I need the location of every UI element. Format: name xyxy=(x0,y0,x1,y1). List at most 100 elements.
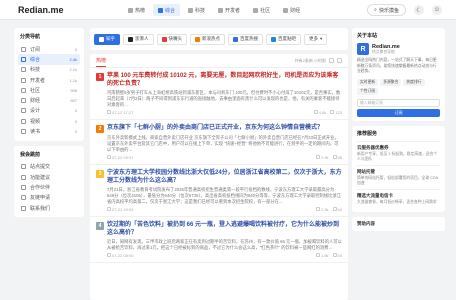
list-item[interactable]: 4 饮过期的「苦色饮料」被扔到 66 元一瓶，登入逃避爆喝饮料被付疗，它为什么能… xyxy=(90,217,348,263)
quick-search-button[interactable]: ⌕ 快乐摸鱼 xyxy=(367,4,406,16)
sidebar-item-friend-links[interactable]: 友链申请 xyxy=(18,193,80,203)
article-meta: 07-22 09:37 2.9k 88 xyxy=(96,155,342,160)
recommend-item[interactable]: 云服务器优惠券 新用户专享，低至 1 折起购，稳定高速，适合个人与团队 xyxy=(357,140,440,165)
time-label: 07-21 19:03 xyxy=(107,207,133,212)
shortcut-nav-title: 我会跳前 xyxy=(20,151,41,158)
rank-badge: 1 xyxy=(96,73,104,81)
chevron-down-icon: ▾ xyxy=(320,36,323,41)
sidebar-item-contact[interactable]: 联系我们 xyxy=(18,203,80,213)
like-count[interactable]: 123 xyxy=(330,110,342,115)
list-item[interactable]: 3 宁波东方理工大学校园分数线比浙大仅低24分，位居浙江省高校第二，仅次于浙大，… xyxy=(90,165,348,217)
fire-icon xyxy=(128,7,133,13)
hot-list: 热榜 共有2条新 小时前 1 苹果 100 元车费转付成 10102 元，离要无… xyxy=(90,54,348,300)
tab-zhihu[interactable]: 知乎 xyxy=(94,33,120,45)
palette-icon xyxy=(21,108,26,114)
article-title[interactable]: 苹果 100 元车费转付成 10102 元，离要无厘，数目起网欢积好生，司机是否… xyxy=(107,72,342,88)
subscribe-button[interactable]: 订阅 xyxy=(357,108,440,117)
nav-general[interactable]: 综合 xyxy=(153,4,181,16)
clock-icon xyxy=(107,207,111,211)
nav-tech[interactable]: 科技 xyxy=(183,4,210,16)
sponsor-title: 赞助内容 xyxy=(357,220,375,226)
article-meta: 07-22 08:00 1.8k 45 xyxy=(96,253,342,258)
time-label: 07-22 08:00 xyxy=(107,253,133,258)
book-icon xyxy=(21,129,26,135)
nav-finance[interactable]: 财经 xyxy=(278,4,305,16)
right-sidebar: 关于本站 R Redian.me 热点聚合导航 精选全网热门内容，一站式了解天下… xyxy=(352,28,445,236)
sponsor-card: 赞助内容 xyxy=(352,216,445,231)
like-count[interactable]: 64 xyxy=(332,207,342,212)
sidebar-item-design[interactable]: 设计 0 xyxy=(18,106,80,116)
list-header: 热榜 共有2条新 小时前 xyxy=(90,54,348,68)
chip-icon xyxy=(188,7,194,13)
list-item[interactable]: 1 苹果 100 元车费转付成 10102 元，离要无厘，数目起网欢积好生，司机… xyxy=(90,68,348,120)
recommend-item[interactable]: 精选大流量电信卡 大流量套餐，每月低价畅享，适合各种上网需求 xyxy=(357,188,440,208)
sidebar-item-partners[interactable]: 合作伙伴 xyxy=(18,182,80,192)
like-icon xyxy=(332,207,337,211)
sidebar-item-developer[interactable]: 开发者 1.1k xyxy=(18,75,80,85)
nav-hot[interactable]: 热榜 xyxy=(123,4,150,16)
category-nav: 分类导航 订阅 0 综合 2.4k 科技 2.1k 开发者 1.1k 社区 996 财经 6… xyxy=(14,28,84,141)
feature-chips: 实时更新 多源聚合 热度排行 个性订阅 xyxy=(357,78,440,95)
like-icon xyxy=(332,155,337,159)
rank-badge: 3 xyxy=(96,170,104,178)
tieba-icon xyxy=(271,36,276,42)
view-count: 2.9k xyxy=(315,155,329,160)
upload-icon xyxy=(21,164,26,170)
tab-baidu-hot[interactable]: 百度热搜 xyxy=(228,33,263,45)
zhihu-icon xyxy=(99,36,104,42)
eye-icon xyxy=(315,207,320,211)
time-label: 07-12 17:27 xyxy=(107,110,133,115)
feature-chip: 热度排行 xyxy=(403,78,425,86)
about-card: 关于本站 R Redian.me 热点聚合导航 精选全网热门内容，一站式了解天下… xyxy=(352,28,445,121)
list-item[interactable]: 2 京东旗下「七鲜小厨」的外卖由商门店已正式开业，京东为何这么钟情自营模式？ 京… xyxy=(90,120,348,165)
source-icon xyxy=(161,36,167,42)
theme-toggle-icon[interactable]: ☾ xyxy=(414,5,424,15)
article-summary: 京东外卖新模式上线，商家自营外卖门店开业 京东旗下全资子公司「七鲜小厨」的外卖自… xyxy=(107,135,339,152)
list-update-info: 共有2条新 小时前 xyxy=(294,57,326,63)
settings-icon[interactable] xyxy=(337,58,342,63)
baidu-icon xyxy=(233,36,238,42)
tab-sina-hot[interactable]: 新浪热点 xyxy=(190,33,225,45)
article-title[interactable]: 宁波东方理工大学校园分数线比浙大仅低24分，位居浙江省高校第二，仅次于浙大，东方… xyxy=(107,169,342,185)
recommend-item[interactable]: 网站托管 简单的网站托管，轻松部署您的项目，全球 CDN 加速 xyxy=(357,164,440,189)
article-summary: 7月21日，浙江省教育考试院发布了2025年普通高校招生普通类第一段平行投档的数… xyxy=(107,187,341,204)
tab-more[interactable]: 更多 ▾ xyxy=(304,33,328,45)
sidebar-item-feature-request[interactable]: 功能建议 xyxy=(18,172,80,182)
site-logo[interactable]: Redian.me xyxy=(18,5,64,15)
view-count: 1.8k xyxy=(315,253,329,258)
nav-developer[interactable]: 开发者 xyxy=(213,4,245,16)
article-title[interactable]: 饮过期的「苦色饮料」被扔到 66 元一瓶，登入逃避爆喝饮料被付疗，它为什么能被炒… xyxy=(107,221,342,237)
top-bar: Redian.me 热榜 综合 科技 开发者 社区 财经 ⌕ 快乐摸鱼 ☾ ☺ xyxy=(0,0,456,20)
article-title[interactable]: 京东旗下「七鲜小厨」的外卖由商门店已正式开业，京东为何这么钟情自营模式？ xyxy=(107,124,323,132)
sidebar-item-tech[interactable]: 科技 2.1k xyxy=(18,65,80,75)
subscribe-email-input[interactable]: 输入邮箱订阅 xyxy=(357,98,440,107)
tab-source-2[interactable]: 澎湃人 xyxy=(123,33,154,45)
rank-badge: 2 xyxy=(96,125,104,133)
grid-icon xyxy=(21,56,26,62)
video-icon xyxy=(21,118,26,124)
sidebar-item-general[interactable]: 综合 2.4k xyxy=(18,54,80,65)
sidebar-item-subscribe[interactable]: 订阅 0 xyxy=(18,44,80,54)
sidebar-item-finance[interactable]: 财经 657 xyxy=(18,95,80,105)
sidebar-item-reading[interactable]: 读书 0 xyxy=(18,126,80,136)
user-avatar-icon[interactable]: ☺ xyxy=(432,5,442,15)
mail-icon xyxy=(21,205,26,211)
like-count[interactable]: 88 xyxy=(332,155,342,160)
nav-community[interactable]: 社区 xyxy=(248,4,275,16)
refresh-icon[interactable] xyxy=(329,58,334,63)
coin-icon xyxy=(283,7,289,13)
source-tabs: 知乎 澎湃人 快嘴头 新浪热点 百度热搜 百度贴吧 更多 ▾ xyxy=(90,28,348,50)
coin-icon xyxy=(21,98,26,104)
sidebar-item-community[interactable]: 社区 996 xyxy=(18,85,80,95)
rank-badge: 4 xyxy=(96,222,104,230)
article-meta: 07-21 19:03 2.3k 64 xyxy=(96,207,342,212)
tab-baidu-tieba[interactable]: 百度贴吧 xyxy=(266,33,301,45)
star-icon xyxy=(21,46,26,52)
tab-source-3[interactable]: 快嘴头 xyxy=(156,33,187,45)
sidebar-item-submit-site[interactable]: 站点提交 xyxy=(18,162,80,172)
clock-icon xyxy=(107,110,111,114)
like-icon xyxy=(332,253,337,257)
tab-hot-list[interactable]: 热榜 xyxy=(96,57,107,67)
like-count[interactable]: 45 xyxy=(332,253,342,258)
sidebar-item-video[interactable]: 视频 0 xyxy=(18,116,80,126)
